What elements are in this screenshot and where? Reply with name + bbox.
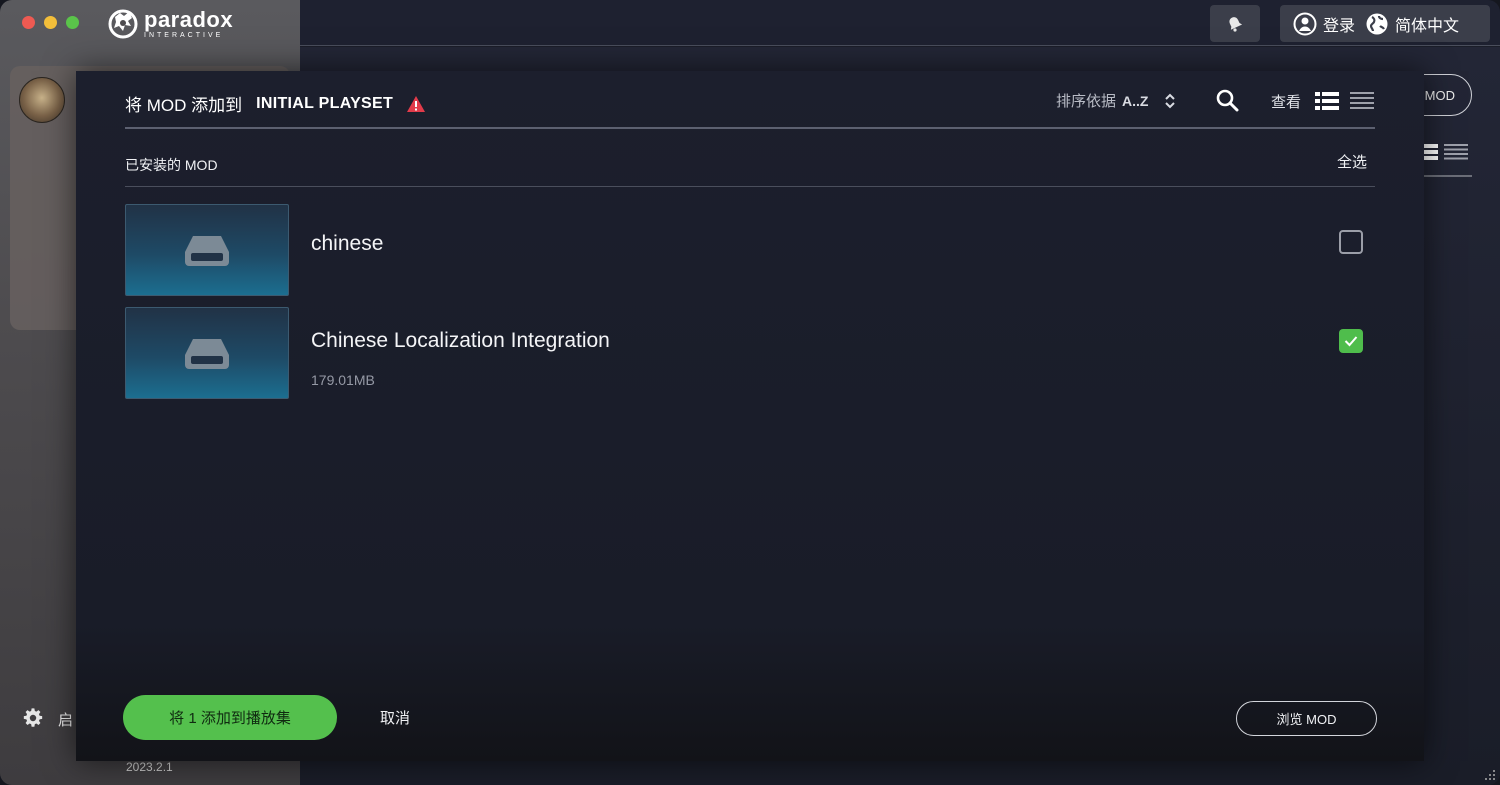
paradox-logo: paradox INTERACTIVE [106,6,233,42]
background-view-icons [1420,144,1468,160]
list-view-icon [1444,144,1468,160]
zoom-window-button[interactable] [66,16,79,29]
login-label: 登录 [1323,17,1356,35]
sort-value: A..Z [1122,92,1149,109]
drive-icon [185,339,229,369]
view-label: 查看 [1271,94,1302,111]
dialog-header: 将 MOD 添加到 INITIAL PLAYSET 排序依据 A..Z 查看 [125,71,1375,129]
login-button[interactable]: 登录 [1293,12,1355,36]
mod-name: chinese [311,232,384,255]
browse-mods-button[interactable]: 浏览 MOD [1236,701,1377,736]
account-language-bar: 登录 简体中文 [1280,5,1490,42]
mod-name: Chinese Localization Integration [311,329,610,352]
paradox-dragon-icon [108,9,138,39]
sort-chevron-icon [1165,93,1176,108]
launch-label[interactable]: 启 [58,709,73,730]
sort-label: 排序依据 [1056,93,1117,110]
mod-row[interactable]: Chinese Localization Integration 179.01M… [125,307,1375,399]
dialog-title: 将 MOD 添加到 INITIAL PLAYSET [125,91,426,116]
add-to-playset-button[interactable]: 将 1 添加到播放集 [123,695,337,740]
mod-size: 179.01MB [311,372,375,388]
mod-checkbox[interactable] [1339,230,1363,254]
app-window: paradox INTERACTIVE 启 2023.2.1 登录 简体中文 M… [0,0,1500,785]
drive-icon [185,236,229,266]
resize-grip-icon[interactable] [1484,769,1496,781]
minimize-window-button[interactable] [44,16,57,29]
sort-dropdown[interactable]: 排序依据 A..Z [1056,90,1178,111]
background-mod-label: MOD [1424,87,1455,103]
playset-name: INITIAL PLAYSET [256,94,394,112]
bell-icon [1229,16,1243,32]
checkmark-icon [1344,336,1358,347]
mod-checkbox[interactable] [1339,329,1363,353]
select-all-button[interactable]: 全选 [1337,151,1367,172]
language-label: 简体中文 [1395,17,1460,35]
background-divider [1420,175,1472,177]
mod-thumbnail [125,307,289,399]
version-label: 2023.2.1 [126,760,173,774]
language-selector[interactable]: 简体中文 [1365,12,1459,36]
gear-icon[interactable] [22,707,44,729]
section-title: 已安装的 MOD [125,157,218,173]
user-icon [1293,12,1317,35]
dialog-title-prefix: 将 MOD 添加到 [125,96,243,115]
brand-subtitle: INTERACTIVE [144,32,224,39]
globe-icon [1366,13,1388,34]
mod-thumbnail [125,204,289,296]
close-window-button[interactable] [22,16,35,29]
mod-row[interactable]: chinese [125,204,1375,296]
add-mod-dialog: 将 MOD 添加到 INITIAL PLAYSET 排序依据 A..Z 查看 已… [76,71,1424,761]
search-icon[interactable] [1215,88,1239,112]
installed-mods-section: 已安装的 MOD 全选 [125,131,1375,187]
cancel-button[interactable]: 取消 [380,707,410,728]
grid-view-icon[interactable] [1315,92,1339,110]
list-view-icon[interactable] [1350,92,1374,110]
game-avatar [19,77,65,123]
notifications-button[interactable] [1210,5,1260,42]
warning-icon [407,95,426,112]
brand-name: paradox [144,7,234,32]
